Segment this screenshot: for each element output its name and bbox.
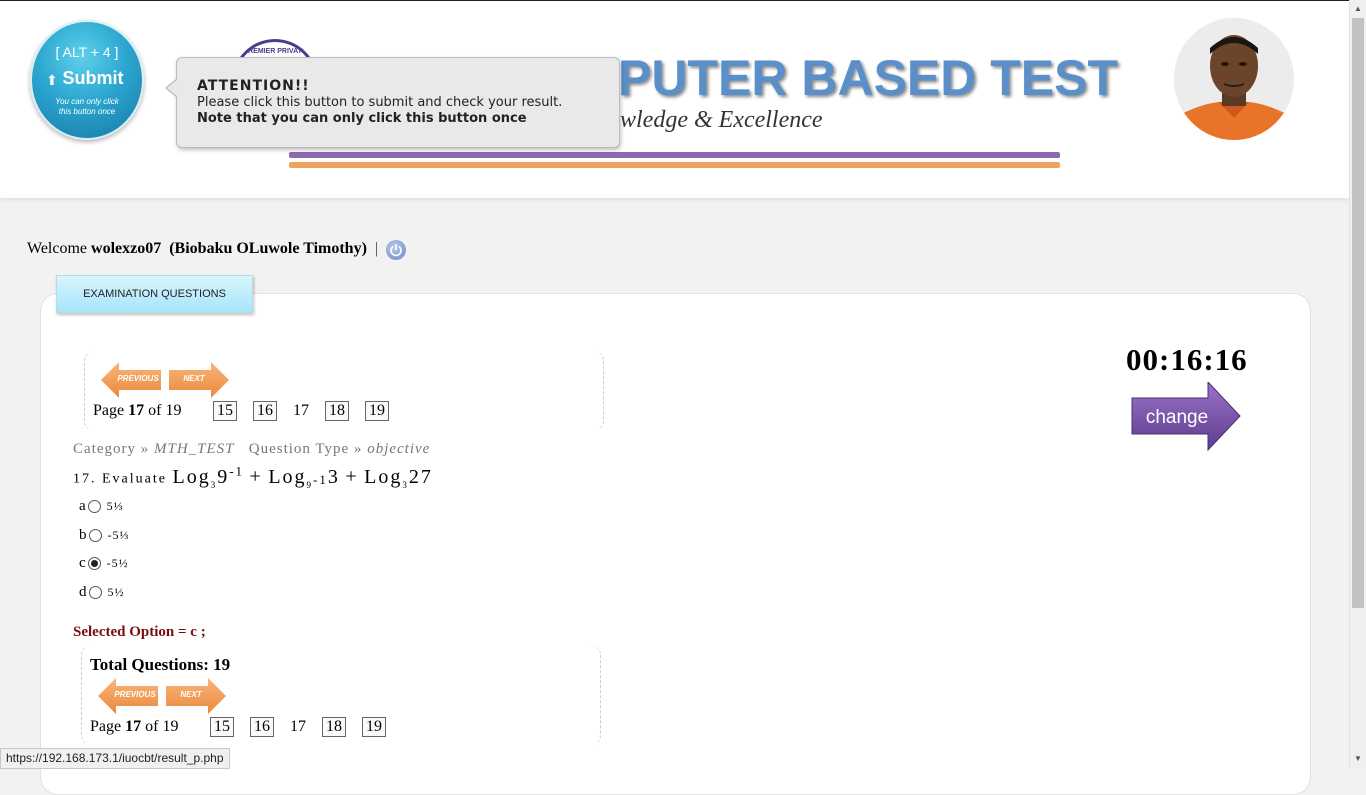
submit-note: You can only click this button once [55,97,119,116]
welcome-separator: | [374,240,379,257]
vertical-scrollbar[interactable]: ▲ ▼ [1349,0,1366,768]
question-category: Category » MTH_TEST Question Type » obje… [73,441,430,458]
tooltip-body: Please click this button to submit and c… [197,95,597,127]
welcome-line: Welcome wolexzo07 (Biobaku OLuwole Timot… [27,240,382,258]
total-questions: Total Questions: 19 [90,655,231,674]
page-link-19[interactable]: 19 [365,401,389,421]
selected-option-text: Selected Option = c ; [73,624,206,640]
banner-divider-orange [289,162,1060,168]
current-page-number: 17 [128,402,145,419]
expr-3: Log327 [364,465,433,490]
page-link-16[interactable]: 16 [253,401,277,421]
option-letter: b [79,527,87,543]
previous-button-bottom[interactable]: PREVIOUS [98,678,160,714]
option-letter: a [79,498,86,514]
expr-1-arg: 9 [217,465,230,488]
expr-2-log: Log [268,465,307,488]
header-banner: [ ALT + 4 ] ⬆ Submit You can only click … [0,0,1349,198]
expr-1: Log39-1 [172,463,245,490]
submit-button[interactable]: [ ALT + 4 ] ⬆ Submit You can only click … [30,20,144,140]
scroll-thumb[interactable] [1352,18,1364,608]
previous-label: PREVIOUS [114,690,156,699]
page-current-17: 17 [290,718,306,735]
next-label: NEXT [183,374,205,383]
next-button-top[interactable]: NEXT [169,362,231,398]
option-b[interactable]: b -5⅓ [79,527,130,544]
option-a-radio[interactable] [87,500,101,514]
option-letter: d [79,584,87,600]
option-a[interactable]: a 5⅓ [79,498,124,515]
question-text: 17. Evaluate Log39-1 + Log9-13 + Log327 [73,463,433,490]
expr-1-exp: -1 [229,463,245,478]
expr-3-log: Log [364,465,403,488]
option-c-radio[interactable] [87,557,101,571]
category-prefix: Category » [73,441,150,457]
tab-examination-questions[interactable]: EXAMINATION QUESTIONS [56,275,253,313]
page-of-total: of 19 [145,718,179,735]
username: wolexzo07 [91,240,162,257]
expr-3-arg: 27 [408,465,433,488]
option-d-radio[interactable] [88,586,102,600]
submit-shortcut-text: [ ALT + 4 ] [55,44,119,60]
page-prefix: Page [90,718,122,735]
page-current-17: 17 [293,402,309,419]
expr-2: Log9-13 [268,465,340,490]
next-label: NEXT [180,690,202,699]
previous-button-top[interactable]: PREVIOUS [101,362,163,398]
scroll-up-icon[interactable]: ▲ [1354,4,1362,13]
scroll-down-icon[interactable]: ▼ [1354,754,1362,763]
page-indicator-bottom: Page 17 of 19 [90,718,178,736]
banner-title: PUTER BASED TEST [618,50,1119,106]
option-text: 5½ [107,585,125,599]
page-link-16[interactable]: 16 [250,717,274,737]
option-d[interactable]: d 5½ [79,584,125,601]
option-c[interactable]: c -5½ [79,555,129,572]
page-link-18[interactable]: 18 [325,401,349,421]
expr-2-base-exp: -1 [313,471,328,487]
question-number: 17. Evaluate [73,471,167,487]
change-button[interactable]: change [1130,380,1242,452]
next-button-bottom[interactable]: NEXT [166,678,228,714]
category-value: MTH_TEST [153,441,235,457]
option-text: -5⅓ [107,528,130,542]
countdown-timer: 00:16:16 [1126,342,1248,377]
option-b-radio[interactable] [88,529,102,543]
current-page-number: 17 [125,718,142,735]
page-prefix: Page [93,402,125,419]
page-link-15[interactable]: 15 [210,717,234,737]
tooltip-title: ATTENTION!! [197,78,310,94]
change-label: change [1145,407,1209,428]
user-fullname: (Biobaku OLuwole Timothy) [169,240,367,257]
page-of-total: of 19 [148,402,182,419]
logout-power-icon[interactable] [386,240,406,260]
option-text: 5⅓ [106,499,124,513]
banner-divider-purple [289,152,1060,158]
tooltip-body-note: Note that you can only click this button… [197,111,527,126]
previous-label: PREVIOUS [117,374,159,383]
option-text: -5½ [106,556,129,570]
page-indicator-top: Page 17 of 19 [93,402,181,420]
avatar [1174,18,1294,140]
browser-status-url: https://192.168.173.1/iuocbt/result_p.ph… [0,748,230,769]
plus-sign: + [249,465,263,488]
type-value: objective [367,441,431,457]
page-link-15[interactable]: 15 [213,401,237,421]
option-letter: c [79,555,86,571]
expr-2-arg: 3 [327,465,340,488]
page-link-18[interactable]: 18 [322,717,346,737]
submit-label: Submit [62,68,124,88]
page-link-19[interactable]: 19 [362,717,386,737]
attention-tooltip: ATTENTION!! Please click this button to … [165,57,620,148]
plus-sign-2: + [345,465,359,488]
banner-motto: wledge & Excellence [620,107,823,133]
welcome-prefix: Welcome [27,240,88,257]
expr-1-log: Log [172,465,211,488]
type-prefix: Question Type » [248,441,363,457]
tooltip-body-text: Please click this button to submit and c… [197,95,563,110]
logo-text: PREMIER PRIVATE [243,48,307,55]
